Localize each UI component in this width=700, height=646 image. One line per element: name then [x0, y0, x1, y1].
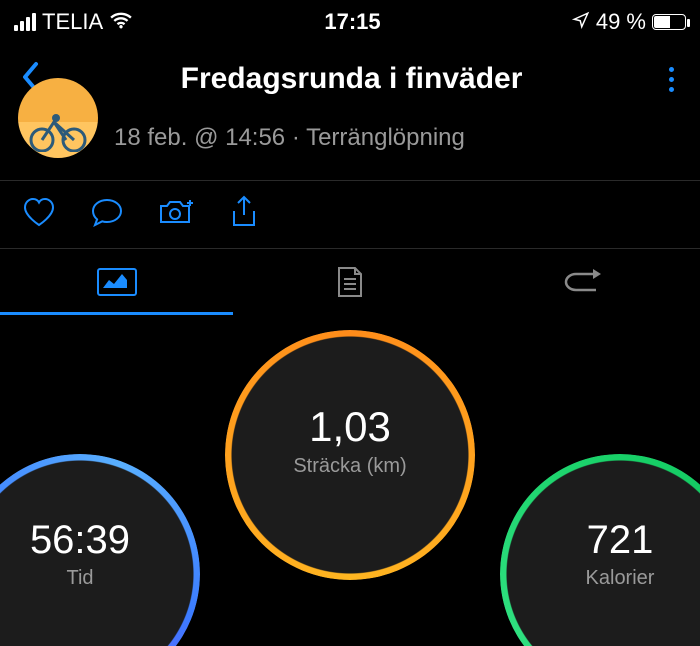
comment-button[interactable] [90, 197, 124, 232]
like-button[interactable] [22, 197, 56, 232]
camera-button[interactable] [158, 197, 196, 232]
battery-icon [652, 14, 686, 30]
gauge-distance[interactable]: 1,03 Sträcka (km) [225, 330, 475, 580]
tab-stats[interactable] [0, 249, 233, 314]
tab-details[interactable] [233, 249, 466, 314]
gauge-calories[interactable]: 721 Kalorier [500, 454, 700, 646]
location-icon [572, 9, 590, 35]
laps-icon [563, 269, 603, 295]
document-icon [336, 265, 364, 299]
tab-laps[interactable] [467, 249, 700, 314]
activity-header: 18 feb. @ 14:56 · Terränglöpning [0, 114, 700, 180]
stats-gauges: 56:39 Tid 721 Kalorier 1,03 Sträcka (km) [0, 324, 700, 634]
status-bar: TELIA 17:15 49 % [0, 0, 700, 44]
gauge-time[interactable]: 56:39 Tid [0, 454, 200, 646]
stats-icon [97, 268, 137, 296]
activity-type: Terränglöpning [306, 124, 465, 151]
signal-icon [14, 13, 36, 31]
wifi-icon [109, 9, 133, 35]
battery-pct: 49 % [596, 9, 646, 35]
tab-bar [0, 248, 700, 314]
more-button[interactable] [663, 61, 680, 98]
activity-timestamp: 18 feb. @ 14:56 [114, 124, 285, 151]
nav-bar: Fredagsrunda i finväder [0, 44, 700, 114]
action-row [0, 181, 700, 248]
share-button[interactable] [230, 195, 258, 234]
page-title: Fredagsrunda i finväder [181, 62, 523, 96]
avatar[interactable] [18, 78, 98, 158]
activity-meta: 18 feb. @ 14:56 · Terränglöpning [114, 124, 465, 152]
status-time: 17:15 [324, 9, 380, 35]
carrier-label: TELIA [42, 9, 103, 35]
